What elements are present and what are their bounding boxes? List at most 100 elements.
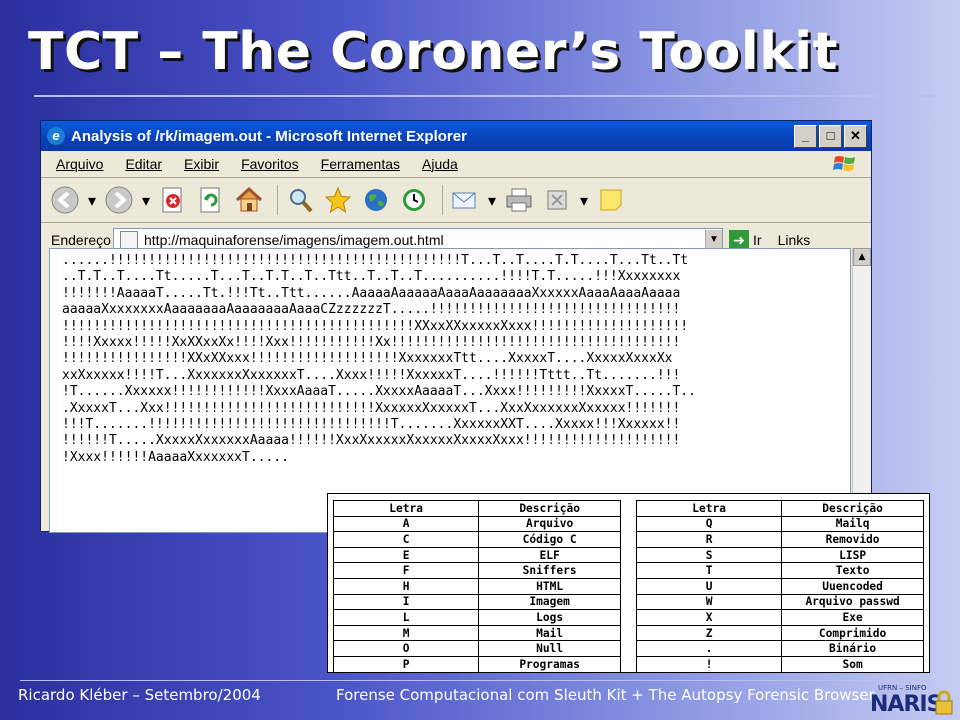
footer-course-title: Forense Computacional com Sleuth Kit + T… bbox=[336, 686, 875, 704]
legend-description: Exe bbox=[781, 609, 924, 626]
legend-letter: T bbox=[635, 562, 783, 579]
legend-header-letra: Letra bbox=[332, 500, 480, 517]
legend-header-descricao: Descrição bbox=[478, 500, 621, 517]
forward-button[interactable] bbox=[103, 184, 135, 216]
legend-description: Som bbox=[781, 655, 924, 673]
history-button[interactable] bbox=[398, 184, 430, 216]
search-button[interactable] bbox=[284, 184, 316, 216]
ie-logo-icon: e bbox=[47, 127, 65, 145]
edit-dropdown-icon[interactable]: ▾ bbox=[579, 184, 589, 216]
legend-description: LISP bbox=[781, 546, 924, 564]
toolbar: ▾ ▾ ▾ ▾ bbox=[41, 178, 871, 223]
window-titlebar: e Analysis of /rk/imagem.out - Microsoft… bbox=[41, 121, 871, 151]
analysis-line: !Xxxx!!!!!!AaaaaXxxxxxxT..... bbox=[62, 449, 289, 465]
menu-bar: Arquivo Editar Exibir Favoritos Ferramen… bbox=[41, 151, 871, 178]
analysis-line: ..T.T..T....Tt.....T...T..T.T..T..Ttt..T… bbox=[62, 269, 681, 285]
mail-button[interactable] bbox=[449, 184, 481, 216]
menu-exibir[interactable]: Exibir bbox=[184, 156, 219, 172]
window-title: Analysis of /rk/imagem.out - Microsoft I… bbox=[71, 127, 467, 145]
windows-logo-icon bbox=[833, 156, 855, 171]
toolbar-separator bbox=[277, 185, 278, 215]
menu-ajuda[interactable]: Ajuda bbox=[422, 156, 458, 172]
legend-description: Mail bbox=[478, 624, 621, 642]
legend-table-left: Letra Descrição A Arquivo C Código C E ELF F Sn… bbox=[332, 500, 621, 673]
legend-row: U Uuencoded bbox=[635, 577, 924, 595]
go-button[interactable]: ➜ Ir bbox=[729, 230, 762, 250]
logo-text: NARIS bbox=[870, 692, 942, 717]
legend-letter: . bbox=[635, 640, 783, 657]
mail-envelope-icon bbox=[452, 192, 476, 209]
minimize-button[interactable]: _ bbox=[794, 124, 817, 148]
legend-row: I Imagem bbox=[332, 593, 621, 611]
legend-letter: F bbox=[332, 562, 480, 579]
go-label: Ir bbox=[753, 232, 762, 248]
analysis-line: !!!!!!!!!!!!!!!!XXxXXxxx!!!!!!!!!!!!!!!!… bbox=[62, 351, 673, 367]
title-divider bbox=[34, 95, 934, 97]
legend-letter: W bbox=[635, 593, 783, 611]
sticky-note-icon bbox=[600, 189, 622, 211]
analysis-output: ......!!!!!!!!!!!!!!!!!!!!!!!!!!!!!!!!!!… bbox=[50, 249, 850, 466]
legend-letter: P bbox=[332, 655, 480, 673]
legend-letter: Z bbox=[635, 624, 783, 642]
legend-letter: C bbox=[332, 531, 480, 548]
legend-description: Imagem bbox=[478, 593, 621, 611]
footer-divider bbox=[20, 680, 930, 681]
edit-page-icon bbox=[547, 190, 567, 210]
mail-dropdown-icon[interactable]: ▾ bbox=[487, 184, 497, 216]
legend-description: Código C bbox=[478, 531, 621, 548]
media-button[interactable] bbox=[360, 184, 392, 216]
home-button[interactable] bbox=[233, 184, 265, 216]
legend-row: ! Som bbox=[635, 655, 924, 673]
legend-letter: I bbox=[332, 593, 480, 611]
address-value: http://maquinaforense/imagens/imagem.out… bbox=[144, 232, 444, 248]
legend-row: M Mail bbox=[332, 624, 621, 642]
stop-button[interactable] bbox=[157, 184, 189, 216]
close-button[interactable]: ✕ bbox=[844, 124, 867, 148]
home-icon bbox=[235, 186, 263, 212]
browser-window: e Analysis of /rk/imagem.out - Microsoft… bbox=[40, 120, 872, 533]
notes-button[interactable] bbox=[595, 184, 627, 216]
scroll-up-icon[interactable]: ▲ bbox=[853, 248, 871, 266]
address-dropdown-icon[interactable]: ▼ bbox=[705, 230, 722, 250]
toolbar-separator bbox=[442, 185, 443, 215]
menu-ferramentas[interactable]: Ferramentas bbox=[321, 156, 400, 172]
legend-letter: E bbox=[332, 546, 480, 564]
search-icon bbox=[290, 189, 313, 213]
address-label: Endereço bbox=[51, 232, 111, 248]
legend-letter: H bbox=[332, 577, 480, 595]
menu-favoritos[interactable]: Favoritos bbox=[241, 156, 299, 172]
logo-subtitle: UFRN – SINFO bbox=[878, 684, 927, 692]
links-button[interactable]: Links bbox=[778, 232, 811, 248]
legend-description: Comprimido bbox=[781, 624, 924, 642]
legend-row: A Arquivo bbox=[332, 515, 621, 533]
forward-dropdown-icon[interactable]: ▾ bbox=[141, 184, 151, 216]
legend-row: F Sniffers bbox=[332, 562, 621, 579]
print-button[interactable] bbox=[503, 184, 535, 216]
slide-title: TCT – The Coroner’s Toolkit bbox=[28, 22, 838, 82]
back-button[interactable] bbox=[49, 184, 81, 216]
legend-description: Texto bbox=[781, 562, 924, 579]
maximize-button[interactable]: □ bbox=[819, 124, 842, 148]
legend-description: ELF bbox=[478, 546, 621, 564]
legend-row: H HTML bbox=[332, 577, 621, 595]
menu-editar[interactable]: Editar bbox=[125, 156, 162, 172]
back-dropdown-icon[interactable]: ▾ bbox=[87, 184, 97, 216]
menu-arquivo[interactable]: Arquivo bbox=[56, 156, 103, 172]
vertical-scrollbar[interactable]: ▲ bbox=[852, 248, 871, 531]
edit-button[interactable] bbox=[541, 184, 573, 216]
analysis-line: xxXxxxxx!!!!T...XxxxxxxXxxxxxxT....Xxxx!… bbox=[62, 367, 681, 383]
legend-description: Binário bbox=[781, 640, 924, 657]
legend-letter: A bbox=[332, 515, 480, 533]
favorites-button[interactable] bbox=[322, 184, 354, 216]
legend-letter: ! bbox=[635, 655, 783, 673]
media-globe-icon bbox=[365, 189, 387, 211]
legend-row: L Logs bbox=[332, 609, 621, 626]
analysis-line: .XxxxxT...Xxx!!!!!!!!!!!!!!!!!!!!!!!!!!!… bbox=[62, 400, 681, 416]
refresh-button[interactable] bbox=[195, 184, 227, 216]
legend-table-right: Letra Descrição Q Mailq R Removido S LISP T Tex… bbox=[635, 500, 924, 673]
legend-row: T Texto bbox=[635, 562, 924, 579]
analysis-line: !!!!Xxxxx!!!!!XxXXxxXx!!!!Xxx!!!!!!!!!!!… bbox=[62, 335, 681, 351]
legend-header-letra: Letra bbox=[635, 500, 783, 517]
analysis-line: !T......Xxxxxx!!!!!!!!!!!!XxxxAaaaT.....… bbox=[62, 384, 696, 400]
legend-header-descricao: Descrição bbox=[781, 500, 924, 517]
